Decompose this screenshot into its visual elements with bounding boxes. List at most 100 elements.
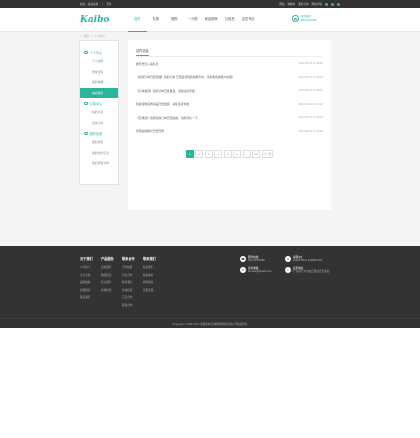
user-icon: [84, 50, 88, 55]
sidebar-section-personal: 个人中心 个人资料 修改密码 我的收藏 站内消息: [80, 49, 118, 98]
separator: |: [101, 3, 103, 6]
top-links: 帮助 购物车 我的订单 网站导航: [279, 2, 340, 6]
weibo-icon[interactable]: [325, 2, 328, 6]
nav-new[interactable]: 新品推荐: [202, 7, 221, 32]
breadcrumb-separator: >: [90, 34, 93, 38]
qq-icon[interactable]: [337, 2, 340, 6]
sidebar-item-my-orders[interactable]: 我的订单: [80, 107, 118, 118]
footer-link[interactable]: 合作加盟: [122, 264, 143, 272]
sidebar: 个人中心 个人资料 修改密码 我的收藏 站内消息 订单中心 我的订单 退货订单 …: [79, 40, 119, 185]
sidebar-item-benefits[interactable]: 我的优惠: [80, 137, 118, 148]
footer-link[interactable]: 意见反馈: [143, 287, 164, 295]
contact-email: ✉ 商务邮箱 service@ds123.com: [240, 266, 272, 274]
next-page-button[interactable]: 下一页: [261, 150, 274, 158]
contact-qq: ● 客服QQ 1040478111 2168967162: [285, 256, 330, 263]
footer-link[interactable]: 企业文化: [80, 272, 101, 280]
footer-column-cooperation: 联系合作 合作加盟 商家合作 联系我们 商城招商 门店合作 联盟合作: [122, 256, 143, 318]
footer-contact: ☎ 服务热线 020-31970166 ● 客服QQ 1040478111 216896…: [240, 256, 330, 274]
footer-column-contact: 联系我们 联系我们 联系地址 邮件联系 意见反馈: [143, 256, 164, 318]
page-3[interactable]: 3: [204, 150, 213, 158]
message-row[interactable]: 您现在的账户已经开通 2017-08-22 10:40:26: [136, 125, 323, 139]
login-link[interactable]: 登录: [106, 3, 111, 6]
sidebar-item-profile[interactable]: 个人资料: [80, 56, 118, 67]
footer-link[interactable]: 售后服务: [101, 279, 122, 287]
footer-column-about: 关于我们 公司简介 企业文化 品牌故事 商城理念 联系我们: [80, 256, 101, 318]
sidebar-section-title: 个人中心: [80, 49, 118, 56]
page-4[interactable]: 4: [214, 150, 223, 158]
sidebar-item-returns[interactable]: 退货订单: [80, 118, 118, 129]
contact-address: ⌖ 商务地址 广东省广州市白云区白云大道北: [285, 266, 330, 274]
message-row[interactable]: 您最新购买的商品已经发货，请您注意查收 2017-08-22 10:40:26: [136, 98, 323, 112]
help-link[interactable]: 帮助: [279, 2, 284, 6]
page-ellipsis: ...: [242, 150, 251, 158]
message-row[interactable]: 【退款订单已经完成】您的订单 已经退款到您的账号中，请查收您的账户余额！ 2017…: [136, 71, 323, 85]
coupon-icon: [84, 131, 88, 136]
footer-link[interactable]: 门店合作: [122, 294, 143, 302]
site-logo[interactable]: Kaibo: [80, 11, 114, 29]
location-icon: ⌖: [285, 266, 291, 273]
footer-link[interactable]: 联系我们: [122, 279, 143, 287]
page-5[interactable]: 5: [223, 150, 232, 158]
breadcrumb-current: 个人中心: [94, 35, 105, 38]
order-icon: [84, 101, 88, 106]
footer-link[interactable]: 联系地址: [143, 272, 164, 280]
site-nav-link[interactable]: 网站导航: [312, 2, 322, 6]
footer-link[interactable]: 联系我们: [80, 294, 101, 302]
hotline-number: 020-31970166: [301, 18, 317, 22]
nav-member[interactable]: 会员专区: [239, 7, 258, 32]
sidebar-section-benefits: 我的优惠 我的优惠 我的积分记录 我的优惠卡券: [80, 130, 118, 169]
phone-icon: ☎: [292, 15, 299, 22]
message-row[interactable]: 【订单发货】您的订单已经发货，请您注意查收 2017-08-22 10:40:26: [136, 84, 323, 98]
cart-link[interactable]: 购物车: [287, 2, 295, 6]
footer-link[interactable]: 品牌故事: [80, 279, 101, 287]
message-row[interactable]: 账号登录入请信息 2017-08-22 10:40:26: [136, 57, 323, 71]
page-bottom: [0, 328, 420, 438]
page-2[interactable]: 2: [195, 150, 204, 158]
footer-link[interactable]: 商城理念: [80, 287, 101, 295]
footer-link[interactable]: 商城招商: [122, 287, 143, 295]
footer: 关于我们 公司简介 企业文化 品牌故事 商城理念 联系我们 产品服务 定制服务 …: [0, 246, 420, 318]
footer-link[interactable]: 联盟合作: [122, 302, 143, 310]
footer-link[interactable]: 商城优惠: [101, 287, 122, 295]
breadcrumb: ⌂ 首页 > 个人中心: [0, 32, 420, 40]
nav-group-buy[interactable]: 团购: [165, 7, 184, 32]
footer-link[interactable]: 公司简介: [80, 264, 101, 272]
welcome-text: 您好，欢迎来到: [80, 3, 99, 6]
footer-link[interactable]: 邮件联系: [143, 279, 164, 287]
pagination: 1 2 3 4 5 6 ... 10 下一页: [128, 150, 331, 158]
panel-title: 站内消息: [136, 48, 149, 56]
nav-gift[interactable]: 礼物: [147, 7, 166, 32]
footer-link[interactable]: 联系我们: [143, 264, 164, 272]
nav-home[interactable]: 首页: [128, 7, 147, 32]
contact-phone: ☎ 服务热线 020-31970166: [240, 256, 265, 263]
orders-link[interactable]: 我的订单: [298, 2, 308, 6]
sidebar-item-coupons[interactable]: 我的优惠卡券: [80, 158, 118, 169]
sidebar-item-favorites[interactable]: 我的收藏: [80, 77, 118, 88]
qq-icon: ●: [285, 256, 291, 262]
footer-link[interactable]: 物流配送: [101, 272, 122, 280]
nav-one-yuan[interactable]: 一元购: [184, 7, 203, 32]
sidebar-item-password[interactable]: 修改密码: [80, 67, 118, 78]
sidebar-item-messages[interactable]: 站内消息: [80, 87, 118, 98]
main-nav: 首页 礼物 团购 一元购 新品推荐 日用品 会员专区: [128, 7, 258, 32]
footer-link[interactable]: 商家合作: [122, 272, 143, 280]
page-6[interactable]: 6: [233, 150, 242, 158]
home-icon[interactable]: ⌂: [80, 35, 82, 38]
page-10[interactable]: 10: [252, 150, 261, 158]
main-area: 个人中心 个人资料 修改密码 我的收藏 站内消息 订单中心 我的订单 退货订单 …: [0, 40, 420, 246]
sidebar-item-points[interactable]: 我的积分记录: [80, 148, 118, 159]
wechat-icon[interactable]: [331, 2, 334, 6]
hotline: ☎ 服务热线： 020-31970166: [292, 15, 316, 22]
phone-icon: ☎: [240, 256, 246, 262]
message-row[interactable]: 【已成功】您购买的订单已经完成，请您评价一下 2017-08-22 10:40:2…: [136, 111, 323, 125]
sidebar-section-orders: 订单中心 我的订单 退货订单: [80, 100, 118, 128]
footer-link[interactable]: 定制服务: [101, 264, 122, 272]
message-panel: 站内消息 账号登录入请信息 2017-08-22 10:40:26 【退款订单已经…: [128, 40, 331, 210]
header: Kaibo 首页 礼物 团购 一元购 新品推荐 日用品 会员专区 ☎ 服务热线：…: [0, 8, 420, 32]
nav-daily[interactable]: 日用品: [221, 7, 240, 32]
sidebar-section-title: 订单中心: [80, 100, 118, 107]
breadcrumb-home[interactable]: 首页: [84, 34, 89, 38]
page-1[interactable]: 1: [185, 150, 194, 158]
copyright: Copyright © 2002-2017 凯博商城 凯博网络科技有限公司版权所…: [0, 318, 420, 328]
mail-icon: ✉: [240, 266, 246, 273]
